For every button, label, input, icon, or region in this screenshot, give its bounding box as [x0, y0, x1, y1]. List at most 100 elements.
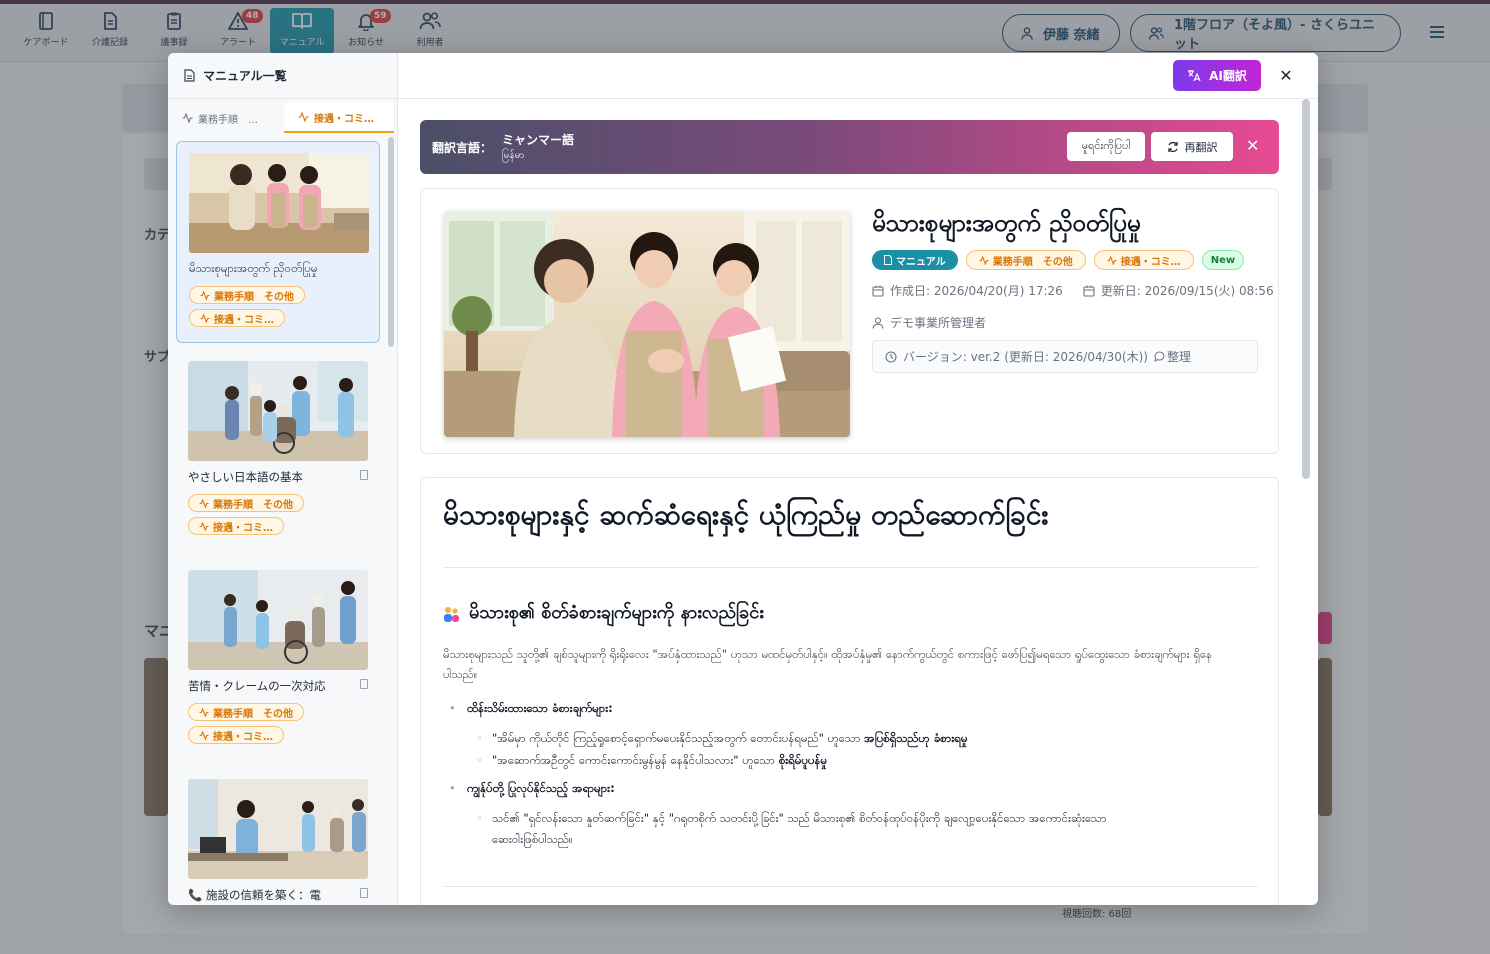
- bullet-item: ထိန်းသိမ်းထားသော ခံစားချက်များ:: [449, 698, 613, 718]
- tab-workflow[interactable]: 業務手順 …: [168, 103, 278, 133]
- category-tag: 接遇・コミ…: [188, 517, 284, 535]
- translation-native-name: မြန်မာ: [502, 150, 525, 161]
- sub-bullet-item: "အဆောက်အဦတွင် ကောင်းကောင်းမွန်မွန် နေနို…: [476, 750, 827, 770]
- history-icon: [885, 350, 897, 363]
- category-tag: 接遇・コミ…: [189, 309, 285, 327]
- close-icon[interactable]: ✕: [1274, 63, 1298, 87]
- article-tags: マニュアル 業務手順 その他 接遇・コミ… New: [872, 250, 1245, 270]
- bullet-text: "အဆောက်အဦတွင် ကောင်းကောင်းမွန်မွန် နေနို…: [492, 753, 779, 767]
- manual-thumbnail: [188, 779, 368, 879]
- content-subheading: မိသားစု၏ စိတ်ခံစားချက်များကို နားလည်ခြင်…: [443, 600, 764, 627]
- phone-icon: 📞: [188, 888, 203, 902]
- manual-list-item[interactable]: မိသားစုများအတွက် ညှိဝတ်ပြုမှု 業務手順 その他 接…: [176, 141, 380, 343]
- sidebar-tabs: 業務手順 … 接遇・コミ…: [168, 103, 397, 133]
- sub-bullet-item: "အိမ်မှာ ကိုယ်တိုင် ကြည့်ရှုစောင့်ရှောက်…: [476, 728, 968, 748]
- manual-title: 苦情・クレームの一次対応: [188, 679, 326, 693]
- article-body-card: မိသားစုများနှင့် ဆက်ဆံရေးနှင့် ယုံကြည်မှ…: [420, 477, 1279, 905]
- manual-title: မိသားစုများအတွက် ညှိဝတ်ပြုမှု: [189, 261, 318, 275]
- refresh-icon: [1167, 141, 1179, 153]
- divider: [443, 567, 1258, 568]
- article-header-card: မိသားစုများအတွက် ညှိဝတ်ပြုမှု マニュアル 業務手順…: [420, 188, 1279, 454]
- divider: [443, 886, 1258, 887]
- category-tag: 接遇・コミ…: [188, 726, 284, 744]
- version-note: 整理: [1166, 350, 1191, 364]
- manual-title: 📞 施設の信頼を築く：電: [188, 887, 368, 905]
- calendar-icon: [872, 285, 884, 297]
- bullet-item: ကျွန်ုပ်တို့ ပြုလုပ်နိုင်သည့် အရာများ:: [449, 778, 615, 798]
- category-tag: 接遇・コミ…: [1093, 250, 1194, 270]
- manual-list: မိသားစုများအတွက် ညှိဝတ်ပြုမှု 業務手順 その他 接…: [176, 141, 382, 905]
- tab-label: 接遇・コミ…: [314, 113, 374, 125]
- article-author: デモ事業所管理者: [872, 314, 986, 331]
- author-name: デモ事業所管理者: [890, 316, 987, 330]
- activity-icon: [298, 112, 309, 122]
- tag-label: マニュアル: [896, 256, 946, 268]
- retranslate-label: 再翻訳: [1184, 140, 1218, 154]
- version-text: バージョン: ver.2 (更新日: 2026/04/30(木)): [903, 350, 1148, 364]
- manual-sidebar: マニュアル一覧 業務手順 … 接遇・コミ… မိသားစုများအတွက် ည…: [168, 53, 398, 905]
- category-tag: 業務手順 その他: [965, 250, 1086, 270]
- tag-label: 接遇・コミ…: [1120, 256, 1181, 268]
- manual-thumbnail: [188, 570, 368, 670]
- content-paragraph: မိသားစုများသည် သူတို့၏ ချစ်သူများကို ရို…: [443, 647, 1213, 681]
- ai-translate-label: AI翻訳: [1209, 69, 1247, 83]
- bullet-continuation: ဆေးဝါးဖြစ်ပါသည်။: [492, 832, 573, 846]
- show-original-button[interactable]: မူရင်းကိုပြပါ: [1067, 132, 1145, 161]
- tag-label: 業務手順 その他: [213, 708, 293, 720]
- category-tag: 業務手順 その他: [188, 703, 304, 721]
- version-info[interactable]: バージョン: ver.2 (更新日: 2026/04/30(木)) 整理: [872, 340, 1258, 373]
- activity-icon: [182, 113, 193, 123]
- document-icon: [360, 470, 368, 480]
- sidebar-title: マニュアル一覧: [203, 69, 287, 83]
- translate-icon: [1187, 69, 1201, 82]
- manual-list-item[interactable]: 📞 施設の信頼を築く：電: [176, 768, 380, 905]
- manual-type-tag: マニュアル: [872, 250, 958, 270]
- manual-title: やさしい日本語の基本: [188, 470, 303, 484]
- article-hero-image: [444, 211, 850, 437]
- updated-date: 更新日: 2026/09/15(火) 08:56: [1100, 284, 1274, 298]
- tag-label: 接遇・コミ…: [214, 314, 274, 326]
- bullet-emphasis: အပြစ်ရှိသည်ဟု ခံစားရမှု: [864, 731, 968, 745]
- close-translation-icon[interactable]: ✕: [1246, 136, 1259, 155]
- detail-toolbar: AI翻訳 ✕: [398, 53, 1318, 99]
- sidebar-header: マニュアル一覧: [168, 53, 397, 99]
- calendar-icon: [1083, 285, 1095, 297]
- created-date: 作成日: 2026/04/20(月) 17:26: [890, 284, 1063, 298]
- translation-language: ミャンマー語: [502, 133, 575, 147]
- user-icon: [872, 316, 884, 329]
- comment-icon: [1154, 351, 1165, 362]
- sidebar-scrollbar[interactable]: [388, 137, 394, 347]
- manual-detail: AI翻訳 ✕ 翻訳言語： ミャンマー語 မြန်မာ မူရင်းကိုပြပါ…: [398, 53, 1318, 905]
- translation-label: 翻訳言語：: [432, 141, 493, 155]
- subheading-text: မိသားစု၏ စိတ်ခံစားချက်များကို နားလည်ခြင်…: [469, 602, 764, 623]
- bullet-text: "အိမ်မှာ ကိုယ်တိုင် ကြည့်ရှုစောင့်ရှောက်…: [492, 731, 865, 745]
- tag-label: 業務手順 その他: [992, 256, 1073, 268]
- sub-bullet-item: သင်၏ "ရှင်လန်းသော နှုတ်ဆက်ခြင်း" နှင့် "…: [476, 808, 1107, 828]
- new-badge: New: [1201, 250, 1245, 270]
- document-icon: [184, 69, 195, 82]
- manual-list-item[interactable]: 苦情・クレームの一次対応 業務手順 その他 接遇・コミ…: [176, 559, 380, 761]
- category-tag: 業務手順 その他: [188, 494, 304, 512]
- manual-list-item[interactable]: やさしい日本語の基本 業務手順 その他 接遇・コミ…: [176, 350, 380, 552]
- tag-label: 接遇・コミ…: [213, 522, 273, 534]
- article-dates: 作成日: 2026/04/20(月) 17:26 更新日: 2026/09/15…: [872, 282, 1274, 299]
- content-scrollbar[interactable]: [1302, 99, 1310, 479]
- article-title: မိသားစုများအတွက် ညှိဝတ်ပြုမှု: [872, 209, 1141, 237]
- bullet-emphasis: စိုးရိမ်ပူပန်မှု: [778, 753, 827, 767]
- bullet-text: သင်၏ "ရှင်လန်းသော နှုတ်ဆက်ခြင်း" နှင့် "…: [492, 811, 1107, 825]
- category-tag: 業務手順 その他: [189, 286, 305, 304]
- ai-translate-button[interactable]: AI翻訳: [1173, 60, 1261, 91]
- bullet-title: ထိန်းသိမ်းထားသော ခံစားချက်များ:: [467, 701, 613, 715]
- document-icon: [360, 888, 368, 898]
- manual-thumbnail: [189, 153, 369, 253]
- tag-label: 接遇・コミ…: [213, 731, 273, 743]
- manual-title-text: 施設の信頼を築く：電: [205, 888, 321, 902]
- manual-modal: マニュアル一覧 業務手順 … 接遇・コミ… မိသားစုများအတွက် ည…: [168, 53, 1318, 905]
- retranslate-button[interactable]: 再翻訳: [1151, 132, 1233, 161]
- show-original-label: မူရင်းကိုပြပါ: [1081, 138, 1131, 152]
- tag-label: 業務手順 その他: [213, 499, 293, 511]
- tab-hospitality[interactable]: 接遇・コミ…: [284, 103, 394, 133]
- document-icon: [360, 679, 368, 689]
- family-icon: [443, 606, 461, 622]
- translation-bar: 翻訳言語： ミャンマー語 မြန်မာ မူရင်းကိုပြပါ 再翻訳 ✕: [420, 120, 1279, 174]
